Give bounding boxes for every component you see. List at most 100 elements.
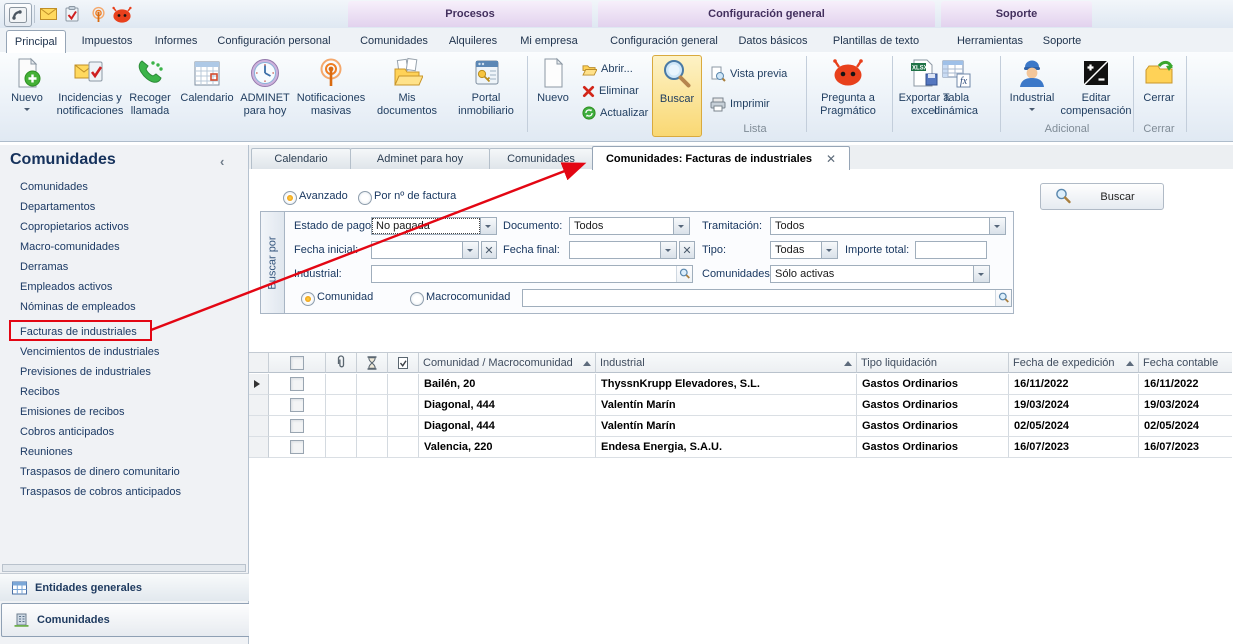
sidebar-item-copropietarios[interactable]: Copropietarios activos (20, 221, 235, 239)
column-header-fecha-contable[interactable]: Fecha contable (1139, 353, 1232, 373)
tramitacion-combo[interactable]: Todos (770, 217, 1006, 235)
imprimir-button[interactable]: Imprimir (710, 94, 770, 114)
cell-comunidad[interactable]: Diagonal, 444 (419, 416, 596, 437)
close-tab-icon[interactable]: ✕ (826, 152, 836, 166)
paperclip-column-header[interactable] (326, 353, 357, 373)
tab-configuracion-personal[interactable]: Configuración personal (212, 30, 336, 52)
dropdown-button[interactable] (973, 266, 989, 282)
fecha-final-combo[interactable] (569, 241, 677, 259)
comunidades-combo[interactable]: Sólo activas (770, 265, 990, 283)
tab-comunidades[interactable]: Comunidades (358, 30, 430, 52)
sidebar-item-empleados[interactable]: Empleados activos (20, 281, 235, 299)
mail-icon[interactable] (38, 5, 58, 23)
tab-mi-empresa[interactable]: Mi empresa (515, 30, 583, 52)
eliminar-button[interactable]: Eliminar (582, 81, 639, 101)
checkbox[interactable] (290, 398, 304, 412)
cell-fecha-contable[interactable]: 19/03/2024 (1139, 395, 1232, 416)
radio-macrocomunidad[interactable] (410, 292, 424, 306)
tabla-dinamica-button[interactable]: fx Tabla dinámica (928, 55, 984, 135)
importe-total-input[interactable] (915, 241, 987, 259)
tab-principal[interactable]: Principal (6, 30, 66, 53)
row-checkbox-cell[interactable] (269, 437, 326, 458)
column-header-comunidad[interactable]: Comunidad / Macrocomunidad (419, 353, 596, 373)
incidencias-button[interactable]: Incidencias y notificaciones (50, 55, 130, 135)
fecha-inicial-clear-button[interactable]: ✕ (481, 241, 497, 259)
cell-fecha-contable[interactable]: 02/05/2024 (1139, 416, 1232, 437)
sidebar-item-traspasos-cobros[interactable]: Traspasos de cobros anticipados (20, 486, 235, 504)
comunidad-search-input[interactable] (522, 289, 1012, 307)
sidebar-item-traspasos-dinero[interactable]: Traspasos de dinero comunitario (20, 466, 235, 484)
buscar-ribbon-button[interactable]: Buscar (652, 55, 702, 137)
sidebar-item-nominas[interactable]: Nóminas de empleados (20, 301, 235, 319)
tab-soporte[interactable]: Soporte (1036, 30, 1088, 52)
fecha-inicial-combo[interactable] (371, 241, 479, 259)
sidebar-item-derramas[interactable]: Derramas (20, 261, 235, 279)
cell-tipo[interactable]: Gastos Ordinarios (857, 437, 1009, 458)
pregunta-pragmatico-button[interactable]: Pregunta a Pragmático (809, 55, 887, 135)
documento-combo[interactable]: Todos (569, 217, 690, 235)
cell-fecha-expedicion[interactable]: 19/03/2024 (1009, 395, 1139, 416)
fecha-final-clear-button[interactable]: ✕ (679, 241, 695, 259)
sidebar-splitter[interactable] (2, 564, 246, 572)
tab-informes[interactable]: Informes (148, 30, 204, 52)
sidebar-item-macrocomunidades[interactable]: Macro-comunidades (20, 241, 235, 259)
radio-comunidad[interactable] (301, 292, 315, 306)
panel-comunidades[interactable]: Comunidades (1, 603, 257, 637)
search-lookup-icon[interactable] (995, 290, 1011, 306)
tasks-column-header[interactable] (388, 353, 419, 373)
radio-avanzado[interactable] (283, 191, 297, 205)
pragmatico-icon[interactable] (112, 5, 132, 23)
sidebar-item-vencimientos[interactable]: Vencimientos de industriales (20, 346, 235, 364)
cell-comunidad[interactable]: Diagonal, 444 (419, 395, 596, 416)
collapse-chevron-icon[interactable]: ‹ (220, 154, 224, 169)
sidebar-item-departamentos[interactable]: Departamentos (20, 201, 235, 219)
doc-tab-adminet[interactable]: Adminet para hoy (350, 148, 490, 169)
dropdown-button[interactable] (821, 242, 837, 258)
abrir-button[interactable]: Abrir... (582, 59, 633, 79)
cell-comunidad[interactable]: Valencia, 220 (419, 437, 596, 458)
column-header-industrial[interactable]: Industrial (596, 353, 857, 373)
sidebar-item-reuniones[interactable]: Reuniones (20, 446, 235, 464)
vista-previa-button[interactable]: Vista previa (710, 64, 787, 84)
dropdown-button[interactable] (989, 218, 1005, 234)
tipo-combo[interactable]: Todas (770, 241, 838, 259)
tab-alquileres[interactable]: Alquileres (442, 30, 504, 52)
cell-fecha-expedicion[interactable]: 02/05/2024 (1009, 416, 1139, 437)
cell-industrial[interactable]: Valentín Marín (596, 395, 857, 416)
buscar-button[interactable]: Buscar (1040, 183, 1164, 210)
mis-documentos-button[interactable]: Mis documentos (370, 55, 444, 135)
cell-tipo[interactable]: Gastos Ordinarios (857, 374, 1009, 395)
sidebar-item-previsiones[interactable]: Previsiones de industriales (20, 366, 235, 384)
sidebar-item-emisiones[interactable]: Emisiones de recibos (20, 406, 235, 424)
cell-comunidad[interactable]: Bailén, 20 (419, 374, 596, 395)
dropdown-button[interactable] (660, 242, 676, 258)
tab-plantillas-texto[interactable]: Plantillas de texto (820, 30, 932, 52)
cell-fecha-contable[interactable]: 16/07/2023 (1139, 437, 1232, 458)
checkbox[interactable] (290, 419, 304, 433)
sidebar-item-cobros[interactable]: Cobros anticipados (20, 426, 235, 444)
recoger-llamada-button[interactable]: Recoger llamada (123, 55, 177, 135)
nuevo-lista-button[interactable]: Nuevo (531, 55, 575, 135)
dropdown-button[interactable] (480, 218, 496, 234)
checkbox[interactable] (290, 440, 304, 454)
dropdown-button[interactable] (462, 242, 478, 258)
sidebar-item-comunidades[interactable]: Comunidades (20, 181, 235, 199)
row-checkbox-cell[interactable] (269, 416, 326, 437)
cell-industrial[interactable]: Endesa Energia, S.A.U. (596, 437, 857, 458)
tab-datos-basicos[interactable]: Datos básicos (732, 30, 814, 52)
dropdown-button[interactable] (673, 218, 689, 234)
cell-industrial[interactable]: ThyssnKrupp Elevadores, S.L. (596, 374, 857, 395)
tab-herramientas[interactable]: Herramientas (950, 30, 1030, 52)
cell-tipo[interactable]: Gastos Ordinarios (857, 416, 1009, 437)
industrial-input[interactable] (371, 265, 693, 283)
cell-tipo[interactable]: Gastos Ordinarios (857, 395, 1009, 416)
column-header-fecha-expedicion[interactable]: Fecha de expedición (1009, 353, 1139, 373)
calendario-button[interactable]: Calendario (178, 55, 236, 135)
tasks-icon[interactable] (62, 5, 82, 23)
row-checkbox-cell[interactable] (269, 374, 326, 395)
actualizar-button[interactable]: Actualizar (582, 103, 648, 123)
cell-fecha-expedicion[interactable]: 16/07/2023 (1009, 437, 1139, 458)
doc-tab-comunidades[interactable]: Comunidades (489, 148, 593, 169)
estado-pago-combo[interactable]: No pagada (371, 217, 497, 235)
checkbox[interactable] (290, 356, 304, 370)
